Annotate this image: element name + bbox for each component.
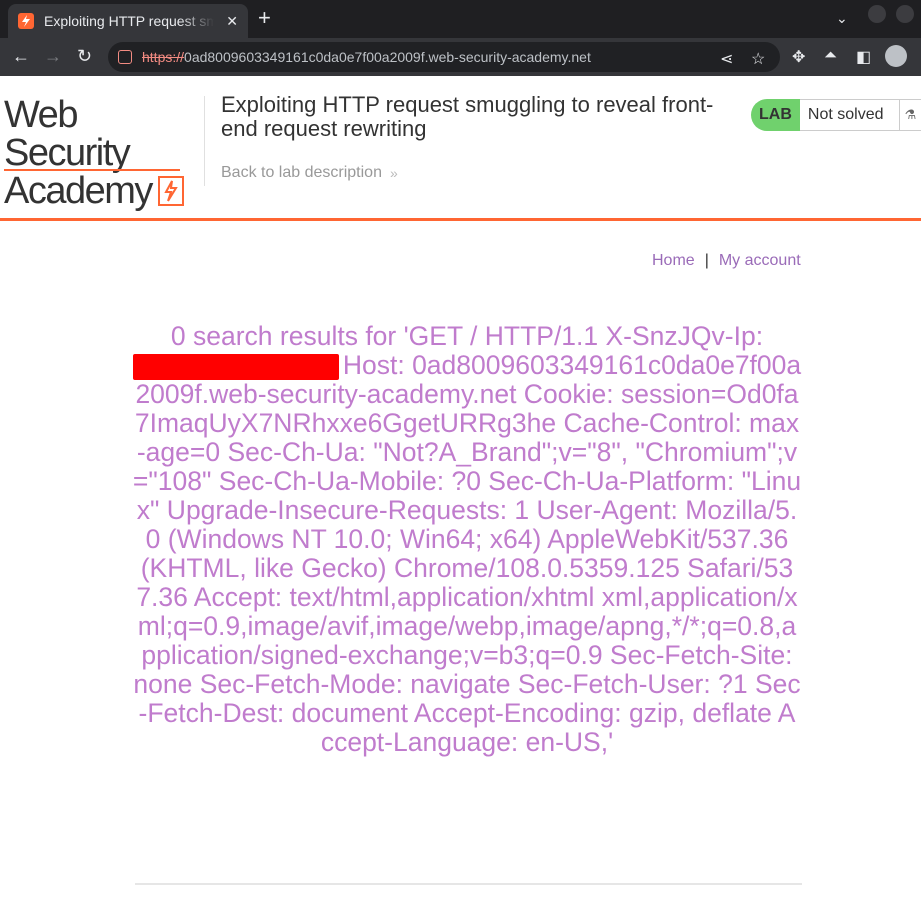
logo-lightning-icon xyxy=(157,176,184,206)
flask-icon: ⚗ xyxy=(899,99,921,131)
home-link[interactable]: Home xyxy=(652,252,695,270)
chevron-down-icon[interactable]: ⌄ xyxy=(836,10,848,27)
lab-badge: LAB xyxy=(751,99,800,131)
not-secure-icon[interactable] xyxy=(118,50,132,64)
web-security-academy-logo[interactable]: Web Security Academy xyxy=(4,96,204,210)
profile-avatar[interactable] xyxy=(885,45,907,67)
back-arrow-icon[interactable]: ← xyxy=(12,46,30,66)
minimize-icon[interactable] xyxy=(868,5,886,23)
results-prefix: 0 search results for 'GET / HTTP/1.1 X-S… xyxy=(170,321,764,351)
my-account-link[interactable]: My account xyxy=(719,252,801,270)
url-scheme: https:// xyxy=(142,49,185,65)
close-window-icon[interactable] xyxy=(896,5,914,23)
share-icon[interactable]: ⋖ xyxy=(720,49,733,69)
logo-line2-text: Academy xyxy=(4,170,153,212)
lab-status-widget: LAB Not solved ⚗ xyxy=(751,99,921,131)
lab-title: Exploiting HTTP request smuggling to rev… xyxy=(221,92,714,141)
address-bar[interactable]: https:// 0ad8009603349161c0da0e7f00a2009… xyxy=(108,42,780,72)
star-icon[interactable]: ☆ xyxy=(751,49,765,69)
lab-status-text: Not solved xyxy=(799,99,900,131)
results-divider xyxy=(135,883,802,885)
nav-separator: | xyxy=(704,252,709,269)
flask-icon[interactable]: ⏶ xyxy=(824,47,837,65)
tab-title: Exploiting HTTP request smuggling xyxy=(44,13,214,29)
header-divider xyxy=(204,96,205,186)
lightning-icon xyxy=(18,13,34,29)
forward-arrow-icon[interactable]: → xyxy=(44,46,62,66)
browser-tabstrip: Exploiting HTTP request smuggling ✕ + ⌄ xyxy=(0,0,921,38)
double-chevron-right-icon: » xyxy=(389,165,398,181)
back-link-label: Back to lab description xyxy=(221,164,382,181)
sidepanel-icon[interactable]: ◧ xyxy=(856,47,871,67)
site-nav: Home | My account xyxy=(652,252,801,270)
results-rest: Host: 0ad8009603349161c0da0e7f00a2009f.w… xyxy=(132,350,802,757)
browser-tab[interactable]: Exploiting HTTP request smuggling ✕ xyxy=(8,4,248,38)
header-rule xyxy=(0,218,921,221)
search-results-heading: 0 search results for 'GET / HTTP/1.1 X-S… xyxy=(132,322,802,757)
puzzle-icon[interactable]: ✥ xyxy=(792,47,805,67)
logo-line2: Academy xyxy=(4,172,204,210)
redacted-ip xyxy=(132,354,339,380)
close-tab-icon[interactable]: ✕ xyxy=(226,13,238,30)
logo-underline xyxy=(4,169,180,171)
logo-line1: Web Security xyxy=(4,94,131,174)
reload-icon[interactable]: ↻ xyxy=(77,46,92,66)
new-tab-icon[interactable]: + xyxy=(258,6,271,30)
browser-toolbar: ← → ↻ https:// 0ad8009603349161c0da0e7f0… xyxy=(0,38,921,76)
back-to-lab-description-link[interactable]: Back to lab description » xyxy=(221,164,398,182)
url-host: 0ad8009603349161c0da0e7f00a2009f.web-sec… xyxy=(184,49,591,65)
